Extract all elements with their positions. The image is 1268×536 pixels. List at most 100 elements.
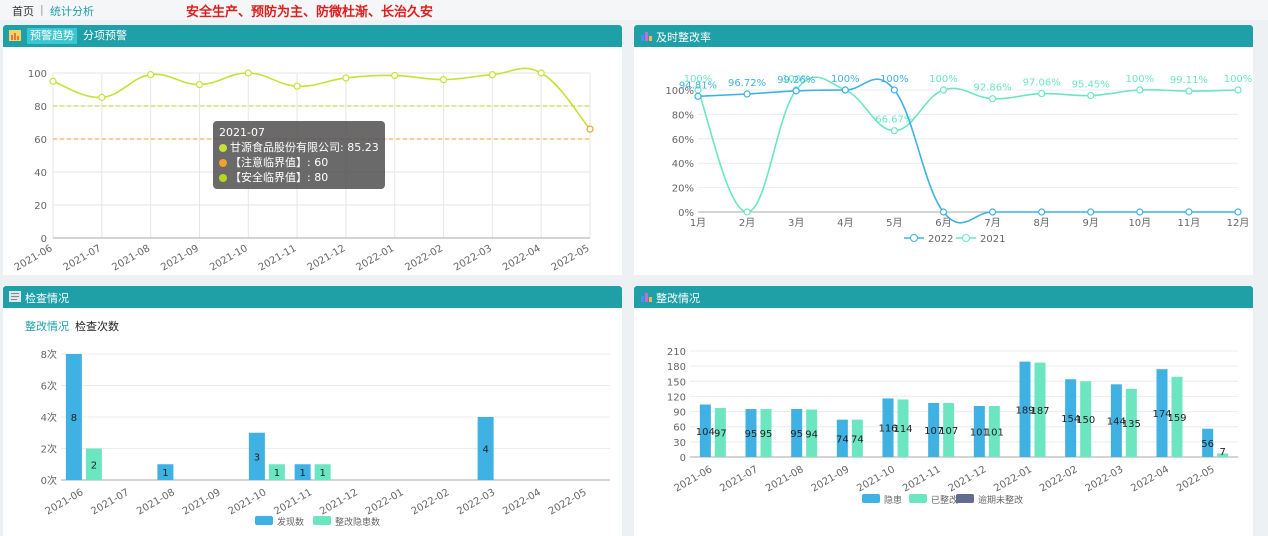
bar-value-label: 56 <box>1201 439 1214 450</box>
breadcrumb-separator: | <box>40 3 44 16</box>
data-point <box>743 208 751 216</box>
bar-value-label: 114 <box>893 424 912 435</box>
x-tick-label: 2022-04 <box>501 243 543 273</box>
y-tick-label: 20 <box>34 201 47 212</box>
tooltip-row-label: 甘源食品股份有限公司: 85.23 <box>230 141 379 154</box>
x-tick-label: 2021-07 <box>89 487 131 517</box>
tooltip-row-label: 【安全临界值】: 80 <box>230 171 329 184</box>
data-point <box>537 69 545 77</box>
data-point <box>792 87 800 95</box>
x-tick-label: 2021-09 <box>810 464 852 494</box>
data-point <box>1087 91 1095 100</box>
x-tick-label: 2021-10 <box>227 487 269 517</box>
x-tick-label: 2021-07 <box>718 464 760 494</box>
y-tick-label: 40% <box>672 159 694 170</box>
data-point <box>743 90 751 98</box>
bar-value-label: 150 <box>1076 415 1095 426</box>
x-tick-label: 2021-12 <box>306 243 348 273</box>
legend-swatch <box>862 494 880 503</box>
y-tick-label: 120 <box>667 392 686 403</box>
tooltip-title: 2021-07 <box>219 126 265 139</box>
data-point <box>342 74 350 82</box>
bar-value-label: 3 <box>254 452 260 463</box>
top-bar: 首页 | 统计分析 安全生产、预防为主、防微杜渐、长治久安 <box>0 0 1268 20</box>
bar-value-label: 107 <box>939 426 958 437</box>
bar-value-label: 95 <box>745 429 758 440</box>
tab-rectify-status[interactable]: 整改情况 <box>25 318 69 334</box>
bar-value-label: 104 <box>696 427 715 438</box>
data-label: 100% <box>1126 74 1155 85</box>
bar-value-label: 135 <box>1122 419 1141 430</box>
data-label: 97.06% <box>1023 78 1061 89</box>
data-label: 100% <box>1224 74 1253 85</box>
panel-header: 预警趋势 分项预警 <box>3 25 622 47</box>
x-tick-label: 8月 <box>1033 217 1049 229</box>
bar-value-label: 1 <box>162 468 168 479</box>
tab-inspection-count[interactable]: 检查次数 <box>75 318 119 334</box>
bar-value-label: 74 <box>836 434 849 445</box>
data-point <box>988 208 997 216</box>
data-point <box>1038 208 1046 216</box>
data-point <box>488 71 496 79</box>
data-point <box>293 82 301 90</box>
x-tick-label: 12月 <box>1227 217 1250 229</box>
data-point <box>1185 87 1193 95</box>
x-tick-label: 2022-01 <box>355 243 397 273</box>
series-line <box>697 76 1239 213</box>
x-tick-label: 2021-08 <box>110 243 152 273</box>
legend-swatch <box>909 494 927 503</box>
x-tick-label: 2022-05 <box>1175 464 1217 494</box>
chart-tooltip: 2021-07 甘源食品股份有限公司: 85.23 【注意临界值】: 60 【安… <box>213 121 385 189</box>
legend-label: 已整改 <box>931 494 958 506</box>
x-tick-label: 2月 <box>739 217 755 229</box>
bar-value-label: 95 <box>760 429 773 440</box>
y-tick-label: 150 <box>667 377 686 388</box>
x-tick-label: 2022-04 <box>501 487 543 517</box>
y-tick-label: 100 <box>28 69 47 80</box>
breadcrumb-current[interactable]: 统计分析 <box>50 3 94 19</box>
y-tick-label: 8次 <box>41 348 57 361</box>
bar-value-label: 4 <box>482 445 488 456</box>
x-tick-label: 2022-02 <box>403 243 445 273</box>
data-label: 99.26% <box>777 75 815 86</box>
bar-value-label: 101 <box>985 428 1004 439</box>
bar-chart-icon <box>641 293 652 302</box>
y-tick-label: 210 <box>667 347 686 358</box>
y-tick-label: 30 <box>673 438 686 449</box>
y-tick-label: 2次 <box>41 443 57 456</box>
legend-label: 隐患 <box>884 494 902 506</box>
bar-value-label: 187 <box>1030 406 1049 417</box>
data-point <box>939 208 948 216</box>
data-point <box>1234 86 1242 94</box>
series-line <box>697 78 1238 224</box>
series-line <box>52 67 591 130</box>
legend-label: 2022 <box>928 234 953 245</box>
data-point <box>1136 208 1144 216</box>
x-tick-label: 2022-02 <box>1038 464 1080 494</box>
data-point <box>195 80 204 89</box>
bar-value-label: 1 <box>299 468 305 479</box>
bar-value-label: 94 <box>805 429 818 440</box>
rectification-chart: 0 30 60 90 120 150 180 210 2021-06 104 97 2021-07 95… <box>667 347 1238 506</box>
y-tick-label: 90 <box>673 408 686 419</box>
data-point <box>439 75 448 84</box>
data-point <box>939 86 948 94</box>
tab-item-warning[interactable]: 分项预警 <box>80 28 130 44</box>
data-point <box>1136 86 1144 94</box>
data-point <box>49 77 57 85</box>
y-tick-label: 60 <box>34 135 47 146</box>
data-label: 99.11% <box>1170 75 1208 86</box>
bar-value-label: 97 <box>714 429 727 440</box>
tab-warning-trend[interactable]: 预警趋势 <box>27 28 77 44</box>
legend-label: 2021 <box>980 234 1005 245</box>
x-tick-label: 2021-07 <box>62 243 104 273</box>
y-tick-label: 0次 <box>41 474 57 487</box>
y-tick-label: 180 <box>667 362 686 373</box>
legend-marker <box>910 234 918 242</box>
x-tick-label: 2021-11 <box>901 464 943 494</box>
breadcrumb-home[interactable]: 首页 <box>12 3 34 19</box>
tooltip-row: 【安全临界值】: 80 <box>219 170 379 185</box>
legend-label: 逾期未整改 <box>978 494 1023 506</box>
bar-value-label: 74 <box>851 434 864 445</box>
y-tick-label: 80 <box>34 102 47 113</box>
